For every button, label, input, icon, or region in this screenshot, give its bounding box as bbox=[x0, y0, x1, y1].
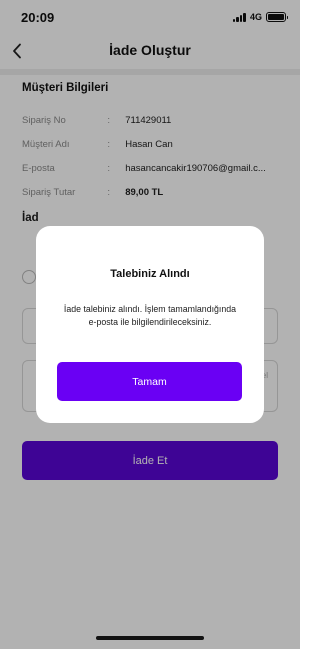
success-dialog: Talebiniz Alındı İade talebiniz alındı. … bbox=[36, 226, 264, 423]
dialog-message: İade talebiniz alındı. İşlem tamamlandığ… bbox=[63, 304, 237, 327]
dialog-title: Talebiniz Alındı bbox=[110, 268, 190, 280]
ok-button[interactable]: Tamam bbox=[57, 362, 242, 401]
